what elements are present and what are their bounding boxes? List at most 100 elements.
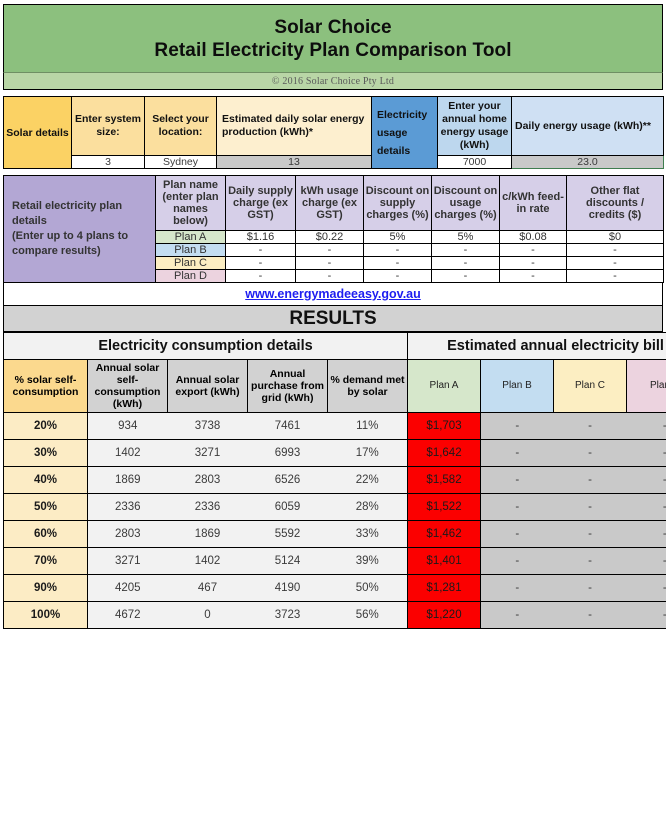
cell-bill-plan-d: - (627, 575, 666, 602)
input-plan-a-discount-usage[interactable]: 5% (432, 231, 500, 244)
header-daily-supply-charge: Daily supply charge (ex GST) (226, 176, 296, 231)
input-plan-b-feed-in-rate[interactable]: - (500, 244, 567, 257)
input-plan-b-other-discounts[interactable]: - (567, 244, 664, 257)
cell-bill-plan-b: - (481, 467, 554, 494)
input-plan-d-daily-supply-charge[interactable]: - (226, 270, 296, 283)
input-plan-name-a[interactable]: Plan A (156, 231, 226, 244)
cell-bill-plan-c: - (554, 575, 627, 602)
cell-bill-plan-d: - (627, 440, 666, 467)
cell-bill-plan-a: $1,642 (408, 440, 481, 467)
cell-bill-plan-d: - (627, 467, 666, 494)
header-other-flat-discounts: Other flat discounts / credits ($) (567, 176, 664, 231)
input-plan-d-other-discounts[interactable]: - (567, 270, 664, 283)
cell-pct-demand-met: 33% (328, 521, 408, 548)
group-header-consumption: Electricity consumption details (4, 333, 408, 360)
table-row: 90% 4205 467 4190 50% $1,281 - - - (4, 575, 666, 602)
input-plan-c-discount-supply[interactable]: - (364, 257, 432, 270)
input-plan-d-feed-in-rate[interactable]: - (500, 270, 567, 283)
input-plan-a-kwh-usage-charge[interactable]: $0.22 (296, 231, 364, 244)
input-plan-d-kwh-usage-charge[interactable]: - (296, 270, 364, 283)
solar-details-value-row: 3 Sydney 13 7000 23.0 (4, 156, 664, 169)
table-row: 100% 4672 0 3723 56% $1,220 - - - (4, 602, 666, 629)
cell-pct-self-consumption: 90% (4, 575, 88, 602)
header-annual-home-energy-usage: Enter your annual home energy usage (kWh… (438, 97, 512, 156)
cell-bill-plan-c: - (554, 467, 627, 494)
solar-details-block: Solar details Enter system size: Select … (3, 96, 663, 169)
cell-bill-plan-b: - (481, 575, 554, 602)
cell-pct-self-consumption: 70% (4, 548, 88, 575)
cell-bill-plan-c: - (554, 413, 627, 440)
results-title: RESULTS (289, 308, 376, 330)
cell-annual-solar-export: 2803 (168, 467, 248, 494)
cell-annual-self-consumption: 1869 (88, 467, 168, 494)
input-plan-a-discount-supply[interactable]: 5% (364, 231, 432, 244)
cell-bill-plan-c: - (554, 494, 627, 521)
cell-pct-self-consumption: 100% (4, 602, 88, 629)
input-plan-d-discount-supply[interactable]: - (364, 270, 432, 283)
cell-bill-plan-a: $1,401 (408, 548, 481, 575)
results-column-header-row: % solar self-consumption Annual solar se… (4, 360, 666, 413)
header-bill-plan-d: Plan D (627, 360, 666, 413)
retail-plan-header-row: Retail electricity plan details (Enter u… (4, 176, 664, 231)
cell-bill-plan-d: - (627, 413, 666, 440)
results-group-header-row: Electricity consumption details Estimate… (4, 333, 666, 360)
cell-annual-grid-purchase: 6993 (248, 440, 328, 467)
cell-bill-plan-b: - (481, 602, 554, 629)
header-annual-self-consumption: Annual solar self-consumption (kWh) (88, 360, 168, 413)
header-discount-supply: Discount on supply charges (%) (364, 176, 432, 231)
cell-bill-plan-b: - (481, 440, 554, 467)
electricity-usage-heading: Electricity usage details (372, 97, 438, 169)
input-plan-name-c[interactable]: Plan C (156, 257, 226, 270)
input-plan-a-feed-in-rate[interactable]: $0.08 (500, 231, 567, 244)
header-system-size: Enter system size: (72, 97, 145, 156)
input-plan-name-b[interactable]: Plan B (156, 244, 226, 257)
cell-pct-demand-met: 28% (328, 494, 408, 521)
cell-pct-self-consumption: 20% (4, 413, 88, 440)
cell-annual-solar-export: 3271 (168, 440, 248, 467)
input-plan-d-discount-usage[interactable]: - (432, 270, 500, 283)
cell-annual-grid-purchase: 7461 (248, 413, 328, 440)
input-location[interactable]: Sydney (145, 156, 217, 169)
cell-bill-plan-d: - (627, 494, 666, 521)
input-plan-c-discount-usage[interactable]: - (432, 257, 500, 270)
cell-bill-plan-a: $1,703 (408, 413, 481, 440)
input-plan-b-discount-usage[interactable]: - (432, 244, 500, 257)
cell-bill-plan-b: - (481, 494, 554, 521)
input-plan-a-daily-supply-charge[interactable]: $1.16 (226, 231, 296, 244)
input-plan-a-other-discounts[interactable]: $0 (567, 231, 664, 244)
header-daily-solar-production: Estimated daily solar energy production … (217, 97, 372, 156)
input-annual-home-energy-usage[interactable]: 7000 (438, 156, 512, 169)
cell-bill-plan-c: - (554, 602, 627, 629)
table-row: 50% 2336 2336 6059 28% $1,522 - - - (4, 494, 666, 521)
input-plan-c-kwh-usage-charge[interactable]: - (296, 257, 364, 270)
cell-annual-self-consumption: 934 (88, 413, 168, 440)
cell-pct-demand-met: 50% (328, 575, 408, 602)
cell-bill-plan-d: - (627, 548, 666, 575)
cell-bill-plan-a: $1,281 (408, 575, 481, 602)
cell-annual-solar-export: 0 (168, 602, 248, 629)
results-block: Electricity consumption details Estimate… (3, 332, 663, 629)
header-location: Select your location: (145, 97, 217, 156)
header-bill-plan-b: Plan B (481, 360, 554, 413)
cell-annual-grid-purchase: 6526 (248, 467, 328, 494)
header-annual-grid-purchase: Annual purchase from grid (kWh) (248, 360, 328, 413)
cell-annual-solar-export: 3738 (168, 413, 248, 440)
cell-annual-solar-export: 1402 (168, 548, 248, 575)
solar-details-heading: Solar details (4, 97, 72, 169)
input-plan-b-daily-supply-charge[interactable]: - (226, 244, 296, 257)
header-bill-plan-a: Plan A (408, 360, 481, 413)
table-row: 20% 934 3738 7461 11% $1,703 - - - (4, 413, 666, 440)
input-plan-name-d[interactable]: Plan D (156, 270, 226, 283)
input-plan-c-feed-in-rate[interactable]: - (500, 257, 567, 270)
input-plan-c-daily-supply-charge[interactable]: - (226, 257, 296, 270)
input-system-size[interactable]: 3 (72, 156, 145, 169)
cell-bill-plan-a: $1,220 (408, 602, 481, 629)
cell-annual-self-consumption: 2803 (88, 521, 168, 548)
value-daily-solar-production: 13 (217, 156, 372, 169)
cell-bill-plan-c: - (554, 440, 627, 467)
retail-plan-block: Retail electricity plan details (Enter u… (3, 175, 663, 283)
input-plan-b-kwh-usage-charge[interactable]: - (296, 244, 364, 257)
energy-made-easy-link[interactable]: www.energymadeeasy.gov.au (245, 287, 421, 301)
input-plan-c-other-discounts[interactable]: - (567, 257, 664, 270)
input-plan-b-discount-supply[interactable]: - (364, 244, 432, 257)
